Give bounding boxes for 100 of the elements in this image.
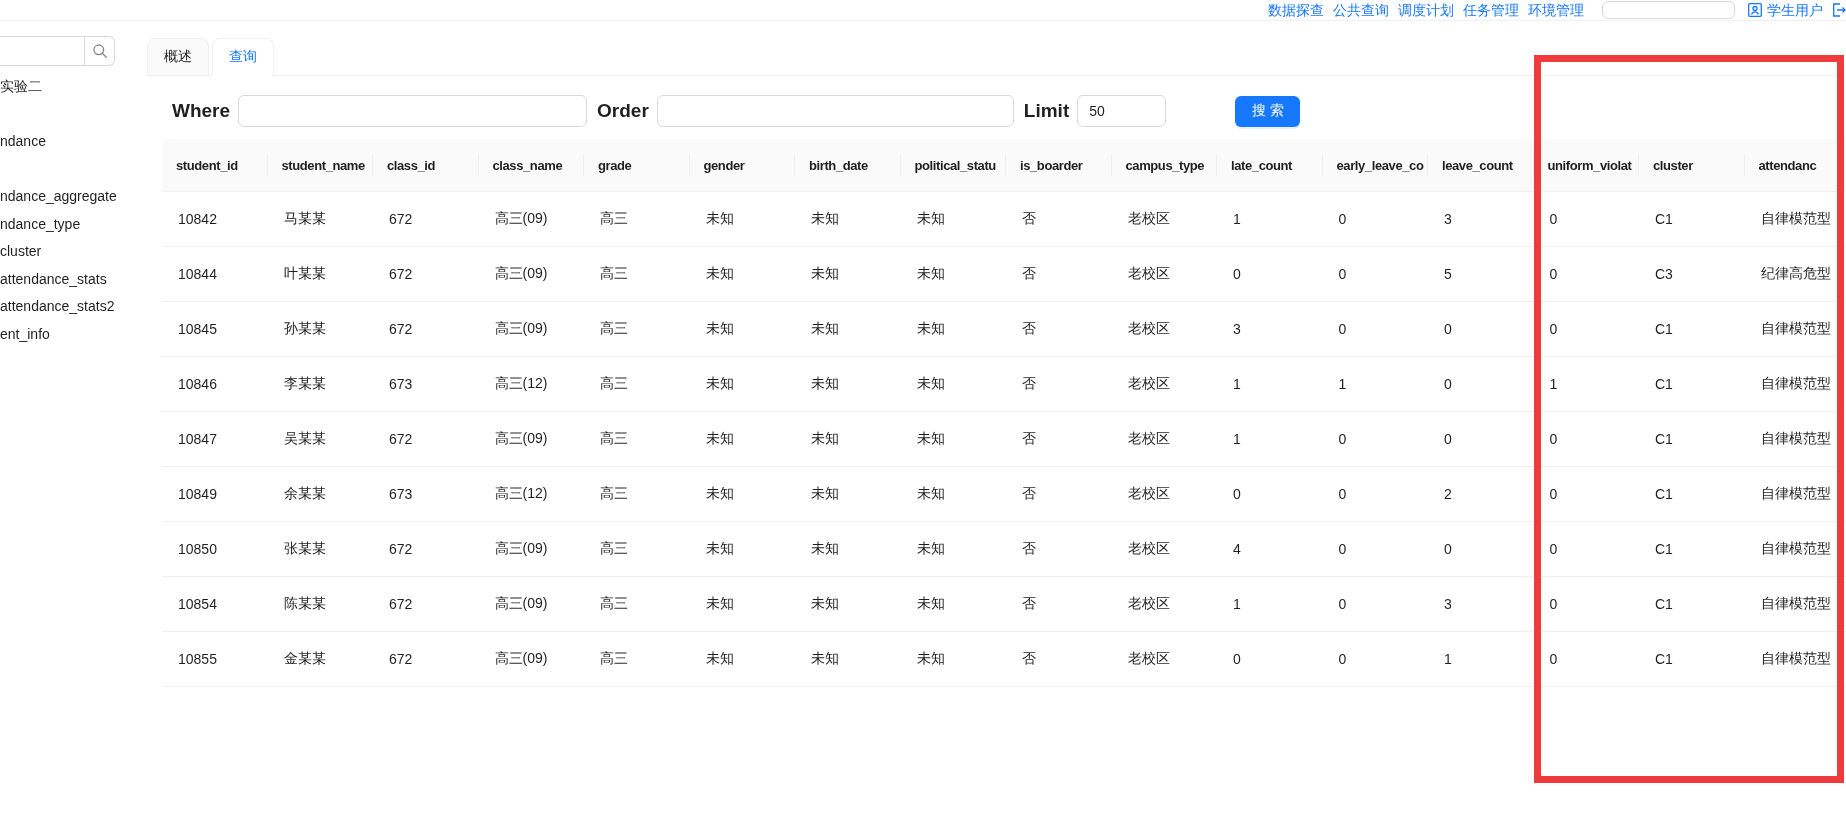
input-field[interactable]: 50 bbox=[1077, 95, 1167, 127]
table-cell-text: 未知 bbox=[704, 264, 735, 283]
nav-link[interactable]: 环境管理 bbox=[1528, 2, 1584, 18]
table-cell-text: 10855 bbox=[177, 650, 218, 669]
user-name[interactable]: 学生用户 bbox=[1767, 2, 1823, 18]
column-header[interactable]: class_id bbox=[373, 139, 479, 191]
table-cell-text: 张某某 bbox=[282, 539, 327, 558]
table-cell-text: 未知 bbox=[704, 539, 735, 558]
table-cell-text: 4 bbox=[1232, 540, 1242, 559]
table-cell-text: 否 bbox=[1021, 319, 1037, 338]
table-cell-text: 0 bbox=[1337, 265, 1348, 284]
table-cell-text: 10854 bbox=[177, 595, 218, 614]
table-cell-text: 老校区 bbox=[1126, 429, 1171, 448]
table-cell-text: 0 bbox=[1548, 485, 1559, 504]
table-cell-text: 未知 bbox=[915, 209, 946, 228]
table-cell-text: 0 bbox=[1337, 430, 1348, 449]
table-cell-text: 10846 bbox=[177, 375, 218, 394]
table-cell-text: 高三(09) bbox=[493, 264, 549, 283]
table-cell-text: 未知 bbox=[704, 374, 735, 393]
table-cell-text: 673 bbox=[388, 485, 414, 504]
table-cell-text: 672 bbox=[388, 595, 414, 614]
tree-item[interactable]: ndance_type bbox=[0, 210, 81, 238]
column-header[interactable]: birth_date bbox=[795, 139, 901, 191]
table-cell-text: 3 bbox=[1232, 320, 1242, 339]
column-header[interactable]: campus_type bbox=[1111, 139, 1217, 191]
table-cell-text: 老校区 bbox=[1126, 319, 1171, 338]
table-cell-text: 未知 bbox=[704, 649, 735, 668]
search-field[interactable] bbox=[0, 36, 85, 66]
table-cell-text: 10845 bbox=[177, 320, 218, 339]
table-cell-text: 自律模范型 bbox=[1759, 429, 1832, 448]
table-cell-text: 否 bbox=[1021, 374, 1037, 393]
input-field[interactable] bbox=[656, 95, 1014, 127]
table-cell-text: 高三 bbox=[599, 484, 629, 503]
column-header[interactable]: late_count bbox=[1217, 139, 1323, 191]
table-cell-text: 高三 bbox=[599, 374, 629, 393]
tree-item[interactable]: ndance_aggregate bbox=[0, 183, 117, 211]
column-header[interactable]: grade bbox=[584, 139, 690, 191]
nav-link[interactable]: 公共查询 bbox=[1333, 2, 1389, 18]
column-header[interactable]: cluster bbox=[1639, 139, 1745, 191]
table-cell-text: 高三 bbox=[599, 649, 629, 668]
search-field[interactable] bbox=[1602, 1, 1735, 19]
search-icon bbox=[92, 44, 107, 58]
search-button[interactable] bbox=[85, 36, 115, 66]
tree-item[interactable]: attendance_stats2 bbox=[0, 293, 115, 321]
table-cell-text: 未知 bbox=[810, 264, 840, 283]
table-cell-text: 0 bbox=[1443, 320, 1453, 339]
column-header[interactable]: gender bbox=[689, 139, 795, 191]
column-header[interactable]: leave_count bbox=[1428, 139, 1534, 191]
tree-item[interactable]: attendance_stats bbox=[0, 265, 107, 293]
nav-link[interactable]: 调度计划 bbox=[1398, 2, 1454, 18]
tree-item[interactable]: cluster bbox=[0, 238, 42, 266]
nav-link[interactable]: 任务管理 bbox=[1463, 2, 1519, 18]
table-cell-text: 0 bbox=[1337, 320, 1348, 339]
table-cell-text: 0 bbox=[1548, 265, 1559, 284]
column-header[interactable]: uniform_violat bbox=[1533, 139, 1639, 191]
tree-item[interactable]: ndance bbox=[0, 128, 46, 156]
table-cell-text: 0 bbox=[1337, 540, 1348, 559]
table-cell-text: C3 bbox=[1654, 265, 1674, 284]
tree-item[interactable]: 实验二 bbox=[0, 73, 42, 101]
table-cell-text: 未知 bbox=[810, 484, 840, 503]
column-header[interactable]: class_name bbox=[478, 139, 584, 191]
table-cell-text: 1 bbox=[1232, 595, 1242, 614]
table-cell-text: 未知 bbox=[810, 319, 840, 338]
table-cell-text: 自律模范型 bbox=[1759, 539, 1832, 558]
tab[interactable]: 概述 bbox=[147, 38, 209, 76]
logout-icon[interactable] bbox=[1832, 3, 1846, 17]
tab[interactable]: 查询 bbox=[212, 38, 274, 76]
table-cell-text: 未知 bbox=[704, 209, 735, 228]
table-cell-text: 10849 bbox=[177, 485, 218, 504]
field-label: Order bbox=[597, 100, 649, 122]
table-cell-text: 叶某某 bbox=[282, 264, 327, 283]
table-cell-text: 孙某某 bbox=[282, 319, 327, 338]
table-cell-text: 高三(09) bbox=[493, 649, 549, 668]
table-cell-text: 672 bbox=[388, 540, 414, 559]
nav-link[interactable]: 数据探查 bbox=[1268, 2, 1324, 18]
table-cell-text: 未知 bbox=[704, 319, 735, 338]
field-label: Limit bbox=[1023, 100, 1070, 122]
column-header[interactable]: is_boarder bbox=[1006, 139, 1112, 191]
column-header[interactable]: student_id bbox=[162, 139, 268, 191]
column-header[interactable]: political_statu bbox=[900, 139, 1006, 191]
table-cell-text: 未知 bbox=[915, 649, 946, 668]
table-cell-text: 李某某 bbox=[282, 374, 327, 393]
table-cell-text: 高三(09) bbox=[493, 319, 549, 338]
table-cell-text: 未知 bbox=[810, 594, 840, 613]
table-cell-text: 未知 bbox=[704, 429, 735, 448]
table-cell-text: 未知 bbox=[915, 484, 946, 503]
table-cell-text: 老校区 bbox=[1126, 539, 1171, 558]
table-cell-text: 高三 bbox=[599, 594, 629, 613]
input-field[interactable] bbox=[238, 95, 588, 127]
column-header[interactable]: attendanc bbox=[1744, 139, 1846, 191]
user-icon[interactable] bbox=[1748, 3, 1762, 17]
table-cell-text: C1 bbox=[1654, 595, 1674, 614]
table-cell-text: 未知 bbox=[915, 374, 946, 393]
search-button[interactable]: 搜 索 bbox=[1235, 95, 1301, 127]
tree-item[interactable]: ent_info bbox=[0, 320, 50, 348]
table-cell-text: 2 bbox=[1443, 485, 1453, 504]
column-header[interactable]: student_name bbox=[267, 139, 373, 191]
table-cell-text: 老校区 bbox=[1126, 594, 1171, 613]
table-cell-text: C1 bbox=[1654, 540, 1674, 559]
column-header[interactable]: early_leave_co bbox=[1322, 139, 1428, 191]
